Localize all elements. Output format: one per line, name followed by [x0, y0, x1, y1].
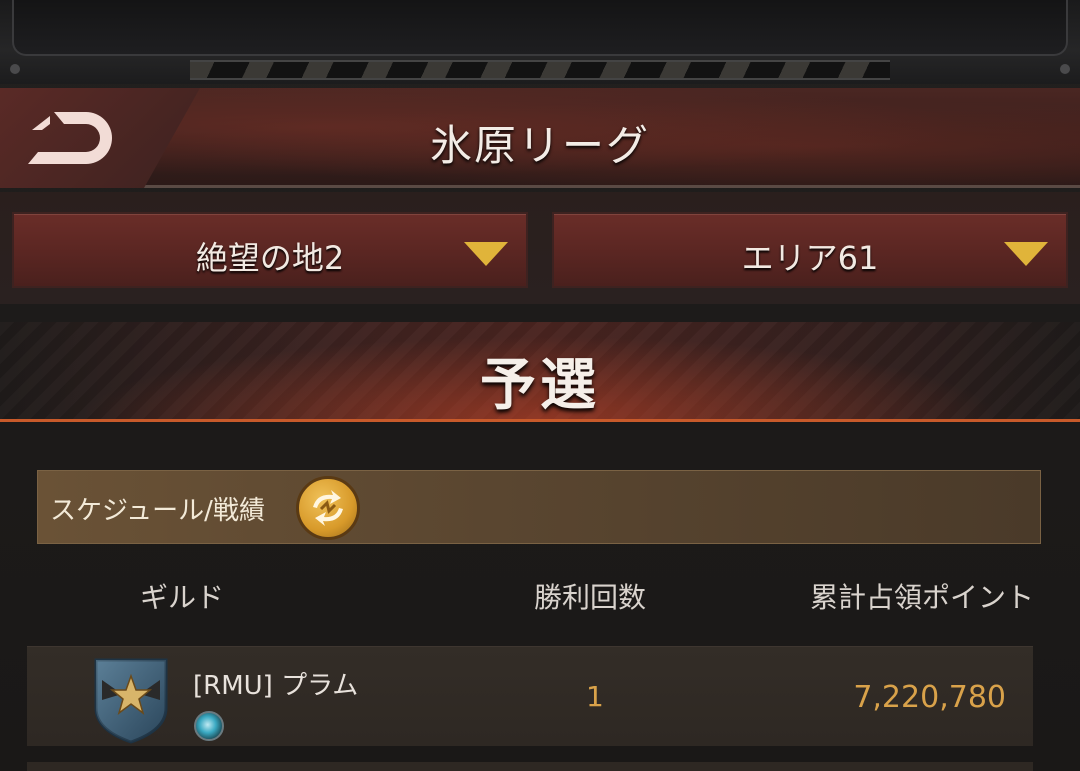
wins-value: 1	[586, 680, 604, 713]
area-dropdown[interactable]: エリア61	[552, 212, 1068, 288]
stage-title: 予選	[480, 353, 600, 418]
schedule-label: スケジュール/戦績	[50, 496, 265, 526]
dropdown-arrow-icon	[464, 242, 508, 266]
hazard-stripe	[190, 60, 890, 80]
column-header-points: 累計占領ポイント	[810, 581, 1035, 614]
points-value: 7,220,780	[853, 680, 1006, 715]
bolt-icon	[1060, 64, 1070, 74]
swap-arrows-icon[interactable]	[296, 476, 360, 540]
top-frame-panel	[12, 0, 1068, 56]
orb-badge-icon	[194, 711, 224, 741]
column-header-wins: 勝利回数	[534, 581, 647, 614]
table-row[interactable]	[27, 762, 1033, 771]
top-frame	[0, 0, 1080, 84]
bolt-icon	[10, 64, 20, 74]
column-header-guild: ギルド	[140, 581, 225, 614]
region-dropdown[interactable]: 絶望の地2	[12, 212, 528, 288]
area-dropdown-label: エリア61	[741, 239, 879, 277]
league-screen: 氷原リーグ 絶望の地2 エリア61 予選 スケジュール/戦績 ギルド 勝利回数 …	[0, 0, 1080, 771]
region-dropdown-label: 絶望の地2	[195, 239, 345, 277]
guild-name: [RMU] プラム	[193, 671, 359, 701]
page-title: 氷原リーグ	[429, 121, 650, 170]
star-wings-emblem-icon	[94, 658, 168, 744]
dropdown-arrow-icon	[1004, 242, 1048, 266]
